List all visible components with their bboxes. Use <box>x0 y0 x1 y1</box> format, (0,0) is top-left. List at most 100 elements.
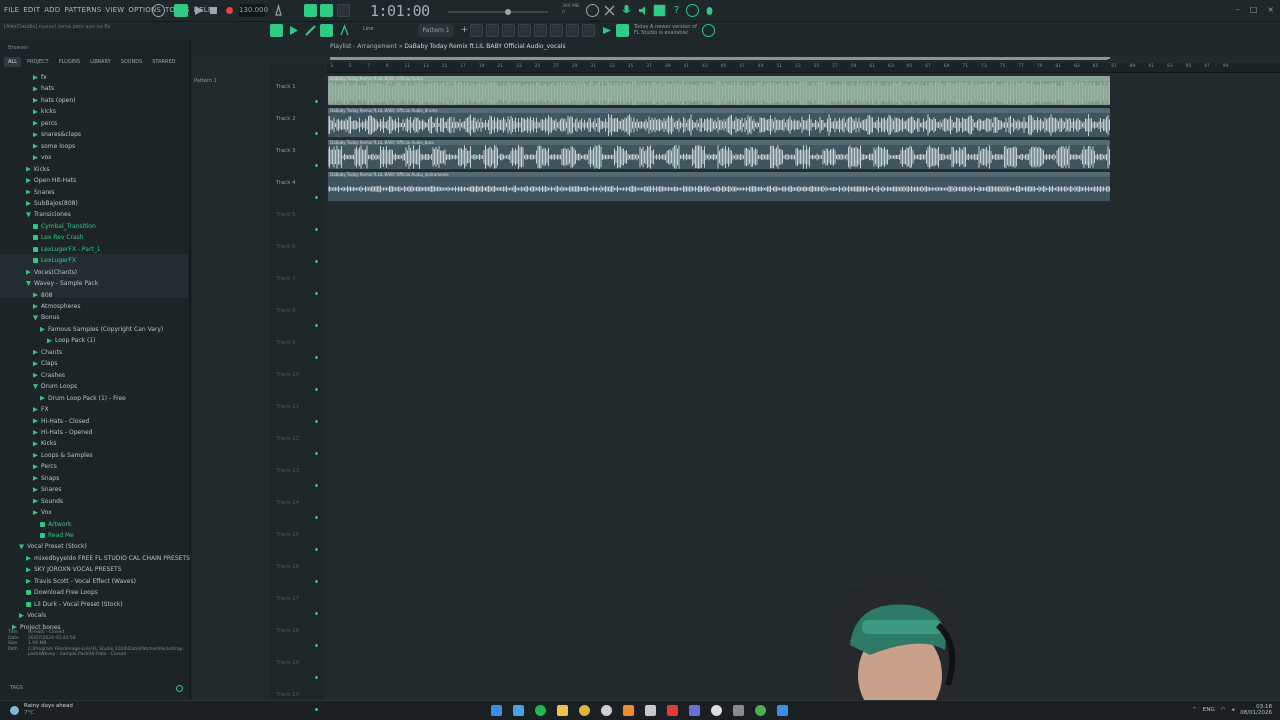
snap-magnet-icon[interactable] <box>270 24 283 37</box>
browser-tree-item[interactable]: 808 <box>33 290 52 301</box>
browser-tree-item[interactable]: Vox <box>33 507 52 518</box>
update-notice[interactable]: Today A newer version of FL Studio is av… <box>634 24 697 36</box>
mixer-view-icon[interactable] <box>518 24 531 37</box>
track-mute-indicator[interactable] <box>315 228 318 231</box>
browser-tree-item[interactable]: Voces(Chants) <box>26 267 77 278</box>
tool-paint-icon[interactable] <box>320 24 333 37</box>
track-label[interactable]: Track 19 <box>276 660 299 666</box>
browser-tree-item[interactable]: Drum Loops <box>33 381 77 392</box>
browser-tree-item[interactable]: SKY JOROXN VOCAL PRESETS <box>26 564 122 575</box>
menu-edit[interactable]: EDIT <box>23 6 40 14</box>
playlist-track-row[interactable] <box>326 426 1276 458</box>
mic-icon[interactable] <box>620 4 633 17</box>
track-mute-indicator[interactable] <box>315 356 318 359</box>
browser-tree-item[interactable]: Crashes <box>33 370 65 381</box>
playlist-track-row[interactable] <box>326 554 1276 586</box>
playlist-track-row[interactable]: DaBaby Today Remix ft.LIL BABY Official … <box>326 106 1276 138</box>
browser-tab-starred[interactable]: STARRED <box>148 57 179 67</box>
browser-tree-item[interactable]: snares&claps <box>33 129 81 140</box>
browser-tree-item[interactable]: Snares <box>26 187 54 198</box>
piano-roll-icon[interactable] <box>486 24 499 37</box>
browser-tree-item[interactable]: Lil Durk - Vocal Preset (Stock) <box>26 599 123 610</box>
browser-tree-item[interactable]: percs <box>33 118 57 129</box>
playlist-track-row[interactable] <box>326 650 1276 682</box>
browser-tree-item[interactable]: Wavey - Sample Pack <box>26 278 98 289</box>
track-label[interactable]: Track 15 <box>276 532 299 538</box>
menu-view[interactable]: VIEW <box>105 6 124 14</box>
tool-pencil-icon[interactable] <box>304 24 317 37</box>
close-icon[interactable]: × <box>1267 5 1274 14</box>
song-position-clock[interactable]: 1:01:00 <box>370 2 430 20</box>
tray-chevron-icon[interactable]: ⌃ <box>1192 707 1197 713</box>
browser-tree-item[interactable]: some loops <box>33 141 75 152</box>
track-mute-indicator[interactable] <box>315 580 318 583</box>
wifi-icon[interactable]: ◠ <box>1221 707 1226 713</box>
track-label[interactable]: Track 7 <box>276 276 296 282</box>
browser-tab-sounds[interactable]: SOUNDS <box>117 57 147 67</box>
minimize-icon[interactable]: – <box>1236 5 1240 14</box>
browser-tree-item[interactable]: kicks <box>33 106 56 117</box>
chrome-2-icon[interactable] <box>755 705 766 716</box>
playlist-track-row[interactable] <box>326 362 1276 394</box>
app-icon-1[interactable] <box>513 705 524 716</box>
play-button[interactable] <box>192 4 205 17</box>
menu-patterns[interactable]: PATTERNS <box>64 6 101 14</box>
volume-icon[interactable]: ◂ <box>1232 707 1235 713</box>
track-mute-indicator[interactable] <box>315 548 318 551</box>
playlist-track-row[interactable] <box>326 298 1276 330</box>
browser-tree-item[interactable]: Famous Samples (Copyright Can Vary) <box>40 324 163 335</box>
help-icon[interactable]: ? <box>670 4 683 17</box>
countdown-icon[interactable] <box>320 4 333 17</box>
track-label[interactable]: Track 5 <box>276 212 296 218</box>
pattern-list-item[interactable]: Pattern 1 <box>194 78 217 84</box>
browser-tree-item[interactable]: Kicks <box>33 438 57 449</box>
playlist-track-row[interactable] <box>326 618 1276 650</box>
track-mute-indicator[interactable] <box>315 100 318 103</box>
track-label[interactable]: Track 9 <box>276 340 296 346</box>
mixer-icon[interactable] <box>653 4 666 17</box>
news-icon[interactable] <box>616 24 629 37</box>
browser-tree-item[interactable]: LexLugerFX <box>33 255 76 266</box>
playlist-track-row[interactable] <box>326 234 1276 266</box>
language-indicator[interactable]: ENG <box>1203 707 1215 713</box>
track-mute-indicator[interactable] <box>315 676 318 679</box>
audio-clip[interactable]: DaBaby Today Remix ft.LIL BABY Official … <box>328 108 1110 137</box>
audio-clip[interactable]: DaBaby Today Remix ft.LIL BABY Official … <box>328 140 1110 169</box>
browser-tree-item[interactable]: Sounds <box>33 496 63 507</box>
browser-tab-project[interactable]: PROJECT <box>23 57 53 67</box>
track-label[interactable]: Track 2 <box>276 116 296 122</box>
tempo-display[interactable]: 130.000 <box>239 4 268 17</box>
clock-area[interactable]: 03:18 08/01/2026 <box>1240 704 1272 716</box>
app-icon-7[interactable] <box>645 705 656 716</box>
playlist-track-row[interactable] <box>326 522 1276 554</box>
browser-tree-item[interactable]: Cymbal_Transition <box>33 221 96 232</box>
track-label[interactable]: Track 4 <box>276 180 296 186</box>
track-label[interactable]: Track 8 <box>276 308 296 314</box>
browser-tab-plugins[interactable]: PLUGINS <box>55 57 84 67</box>
browser-tree-item[interactable]: vox <box>33 152 52 163</box>
browser-tree-item[interactable]: Loop Pack (1) <box>47 335 96 346</box>
browser-tree-item[interactable]: FX <box>33 404 49 415</box>
playlist-track-row[interactable] <box>326 266 1276 298</box>
browser-tree-item[interactable]: Lex Rev Crash <box>33 232 84 243</box>
track-mute-indicator[interactable] <box>315 260 318 263</box>
master-volume-slider[interactable] <box>448 8 548 16</box>
track-label[interactable]: Track 11 <box>276 404 299 410</box>
track-mute-indicator[interactable] <box>315 612 318 615</box>
audio-clip[interactable]: DaBaby Today Remix ft.LIL BABY Official … <box>328 172 1110 201</box>
track-label[interactable]: Track 1 <box>276 84 296 90</box>
horizontal-scrollbar[interactable] <box>330 57 1108 60</box>
browser-tree-item[interactable]: Bonus <box>33 312 60 323</box>
spotify-icon[interactable] <box>535 705 546 716</box>
browser-tree-item[interactable]: Vocal Preset (Stock) <box>19 541 87 552</box>
playlist-track-row[interactable] <box>326 394 1276 426</box>
playlist-track-row[interactable]: DaBaby Today Remix ft.LIL BABY Official … <box>326 170 1276 202</box>
fl-logo-icon[interactable] <box>702 24 715 37</box>
track-mute-indicator[interactable] <box>315 516 318 519</box>
browser-tree-item[interactable]: SubBajos(808) <box>26 198 78 209</box>
app-icon-9[interactable] <box>689 705 700 716</box>
app-icon-11[interactable] <box>733 705 744 716</box>
playlist-track-row[interactable] <box>326 458 1276 490</box>
tool-slice-icon[interactable] <box>338 24 351 37</box>
wait-input-icon[interactable] <box>304 4 317 17</box>
